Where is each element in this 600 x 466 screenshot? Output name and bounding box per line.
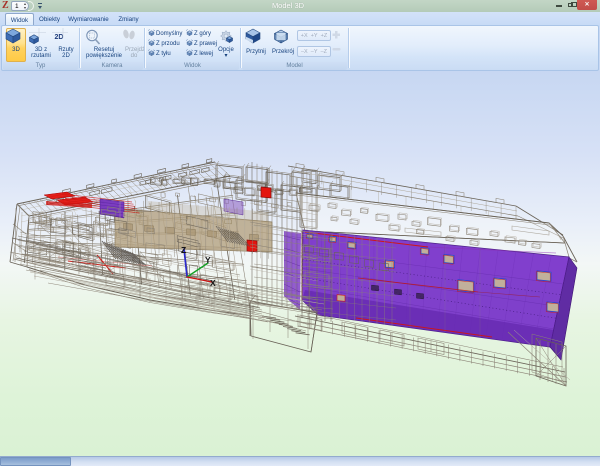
svg-text:Y: Y [205,255,211,265]
svg-text:Z: Z [181,245,186,255]
svg-text:X: X [210,278,216,288]
